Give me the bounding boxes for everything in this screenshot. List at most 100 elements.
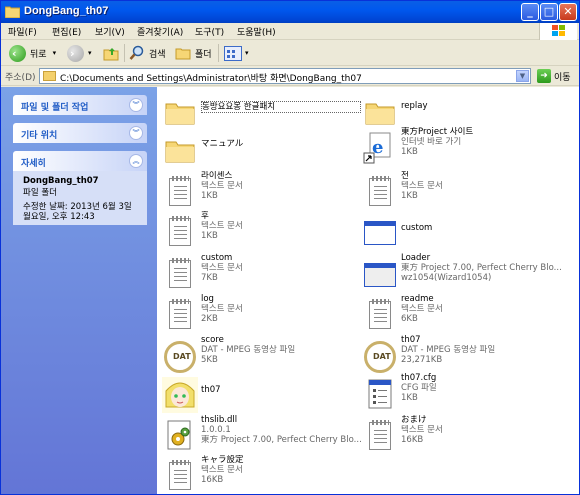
menu-edit[interactable]: 편집(E) bbox=[52, 25, 81, 38]
file-item[interactable]: log 텍스트 문서 2KB bbox=[159, 294, 359, 334]
search-button[interactable]: 검색 bbox=[129, 43, 166, 63]
chevron-down-icon: ▾ bbox=[245, 49, 249, 57]
expand-chevron-icon[interactable]: ︾ bbox=[129, 126, 143, 140]
collapse-chevron-icon[interactable]: ︽ bbox=[129, 154, 143, 168]
address-dropdown-button[interactable]: ▼ bbox=[516, 70, 529, 82]
menu-tools[interactable]: 도구(T) bbox=[195, 25, 224, 38]
application-window-icon bbox=[362, 215, 396, 249]
folders-label: 폴더 bbox=[195, 49, 212, 60]
folder-icon bbox=[162, 131, 196, 165]
minimize-button[interactable]: _ bbox=[521, 3, 539, 21]
file-item[interactable]: キャラ設定 텍스트 문서 16KB bbox=[159, 455, 359, 495]
file-type: 텍스트 문서 bbox=[201, 465, 243, 475]
file-size: 1KB bbox=[401, 393, 418, 403]
file-item[interactable]: マニュアル bbox=[159, 127, 359, 167]
dll-gear-icon bbox=[162, 419, 196, 453]
file-type: 인터넷 바로 가기 bbox=[401, 137, 462, 147]
internet-shortcut-icon: e bbox=[362, 131, 396, 165]
file-item[interactable]: custom bbox=[359, 211, 559, 251]
forward-arrow-icon: › bbox=[67, 44, 84, 62]
title-bar[interactable]: DongBang_th07 _ □ ✕ bbox=[1, 1, 579, 23]
window-title: DongBang_th07 bbox=[24, 5, 109, 17]
file-item[interactable]: Loader 東方 Project 7.00, Perfect Cherry B… bbox=[359, 253, 561, 293]
panel-file-tasks[interactable]: 파일 및 폴더 작업 ︾ bbox=[13, 95, 147, 115]
address-path: C:\Documents and Settings\Administrator\… bbox=[60, 74, 362, 84]
windows-logo bbox=[539, 23, 577, 40]
up-folder-button[interactable] bbox=[103, 43, 119, 63]
file-name: log bbox=[201, 294, 214, 304]
file-name: 전 bbox=[401, 171, 409, 181]
file-item[interactable]: thslib.dll 1.0.0.1 東方 Project 7.00, Perf… bbox=[159, 415, 361, 455]
file-item[interactable]: おまけ 텍스트 문서 16KB bbox=[359, 415, 559, 455]
file-item[interactable]: 후 텍스트 문서 1KB bbox=[159, 211, 359, 251]
panel-details[interactable]: 자세히 ︽ bbox=[13, 151, 147, 171]
text-document-icon bbox=[362, 175, 396, 209]
file-item[interactable]: e 東方Project 사이트 인터넷 바로 가기 1KB bbox=[359, 127, 559, 167]
back-button[interactable]: ‹ 뒤로 ▾ bbox=[9, 43, 56, 63]
file-version: 1.0.0.1 bbox=[201, 425, 231, 435]
file-name: 후 bbox=[201, 211, 209, 221]
menu-view[interactable]: 보기(V) bbox=[95, 25, 125, 38]
expand-chevron-icon[interactable]: ︾ bbox=[129, 98, 143, 112]
search-label: 검색 bbox=[149, 49, 166, 60]
file-description: 東方 Project 7.00, Perfect Cherry Blo... bbox=[201, 435, 361, 445]
panel-title: 파일 및 폴더 작업 bbox=[21, 103, 89, 113]
text-document-icon bbox=[162, 257, 196, 291]
windows-flag-icon bbox=[552, 25, 565, 37]
close-button[interactable]: ✕ bbox=[559, 3, 577, 21]
file-type: 텍스트 문서 bbox=[201, 221, 243, 231]
folder-icon bbox=[43, 71, 56, 81]
explorer-window: DongBang_th07 _ □ ✕ 파일(F) 편집(E) 보기(V) 즐겨… bbox=[0, 0, 580, 495]
file-item[interactable]: readme 텍스트 문서 6KB bbox=[359, 294, 559, 334]
text-document-icon bbox=[162, 459, 196, 493]
menu-help[interactable]: 도움말(H) bbox=[237, 25, 276, 38]
file-type: 텍스트 문서 bbox=[401, 425, 443, 435]
file-size: 16KB bbox=[201, 475, 224, 485]
views-button[interactable]: ▾ bbox=[224, 43, 249, 63]
file-item[interactable]: th07 bbox=[159, 373, 359, 413]
details-body: DongBang_th07 파일 폴더 수정한 날짜: 2013년 6월 3일 … bbox=[13, 171, 147, 225]
file-type: 텍스트 문서 bbox=[401, 304, 443, 314]
file-item[interactable]: custom 텍스트 문서 7KB bbox=[159, 253, 359, 293]
file-name: replay bbox=[401, 101, 428, 111]
file-name: マニュアル bbox=[201, 139, 244, 149]
file-name: th07.cfg bbox=[401, 373, 437, 383]
go-button[interactable]: ➜ 이동 bbox=[537, 69, 571, 83]
search-icon bbox=[129, 45, 144, 60]
menu-file[interactable]: 파일(F) bbox=[8, 25, 37, 38]
file-item[interactable]: 라이센스 텍스트 문서 1KB bbox=[159, 171, 359, 211]
file-type: 텍스트 문서 bbox=[201, 181, 243, 191]
text-document-icon bbox=[162, 215, 196, 249]
file-size: 1KB bbox=[201, 231, 218, 241]
maximize-button[interactable]: □ bbox=[540, 3, 558, 21]
file-name: 동방요요몽 한글패치 bbox=[201, 101, 361, 113]
file-name: thslib.dll bbox=[201, 415, 238, 425]
file-size: 1KB bbox=[401, 147, 418, 157]
file-item[interactable]: replay bbox=[359, 89, 559, 129]
file-item[interactable]: 동방요요몽 한글패치 bbox=[159, 89, 361, 129]
folders-button[interactable]: 폴더 bbox=[175, 43, 212, 63]
file-name: custom bbox=[401, 223, 433, 233]
menu-favorites[interactable]: 즐겨찾기(A) bbox=[137, 25, 183, 38]
file-description: 東方 Project 7.00, Perfect Cherry Blo... bbox=[401, 263, 561, 273]
file-list: 동방요요몽 한글패치 replay マニュアル e 東方Project 사이트 … bbox=[157, 87, 579, 494]
file-item[interactable]: DAT th07 DAT - MPEG 동영상 파일 23,271KB bbox=[359, 335, 559, 375]
dat-file-icon: DAT bbox=[162, 339, 196, 373]
application-window-icon bbox=[362, 257, 396, 291]
file-item[interactable]: 전 텍스트 문서 1KB bbox=[359, 171, 559, 211]
toolbar-separator bbox=[124, 44, 125, 62]
file-name: キャラ設定 bbox=[201, 455, 244, 465]
panel-title: 기타 위치 bbox=[21, 131, 58, 141]
folders-icon bbox=[175, 48, 191, 60]
file-item[interactable]: th07.cfg CFG 파일 1KB bbox=[359, 373, 559, 413]
file-item[interactable]: DAT score DAT - MPEG 동영상 파일 5KB bbox=[159, 335, 359, 375]
toolbar: ‹ 뒤로 ▾ › ▾ 검색 폴더 ▾ bbox=[1, 40, 579, 66]
panel-other-places[interactable]: 기타 위치 ︾ bbox=[13, 123, 147, 143]
details-modified-time: 월요일, 오후 12:43 bbox=[23, 212, 95, 222]
menu-bar: 파일(F) 편집(E) 보기(V) 즐겨찾기(A) 도구(T) 도움말(H) bbox=[1, 23, 579, 40]
task-pane: 파일 및 폴더 작업 ︾ 기타 위치 ︾ 자세히 ︽ DongBang_th07… bbox=[1, 87, 157, 494]
cfg-file-icon bbox=[362, 377, 396, 411]
forward-button[interactable]: › ▾ bbox=[67, 43, 92, 63]
address-input[interactable]: C:\Documents and Settings\Administrator\… bbox=[39, 68, 531, 84]
back-label: 뒤로 bbox=[30, 49, 47, 60]
